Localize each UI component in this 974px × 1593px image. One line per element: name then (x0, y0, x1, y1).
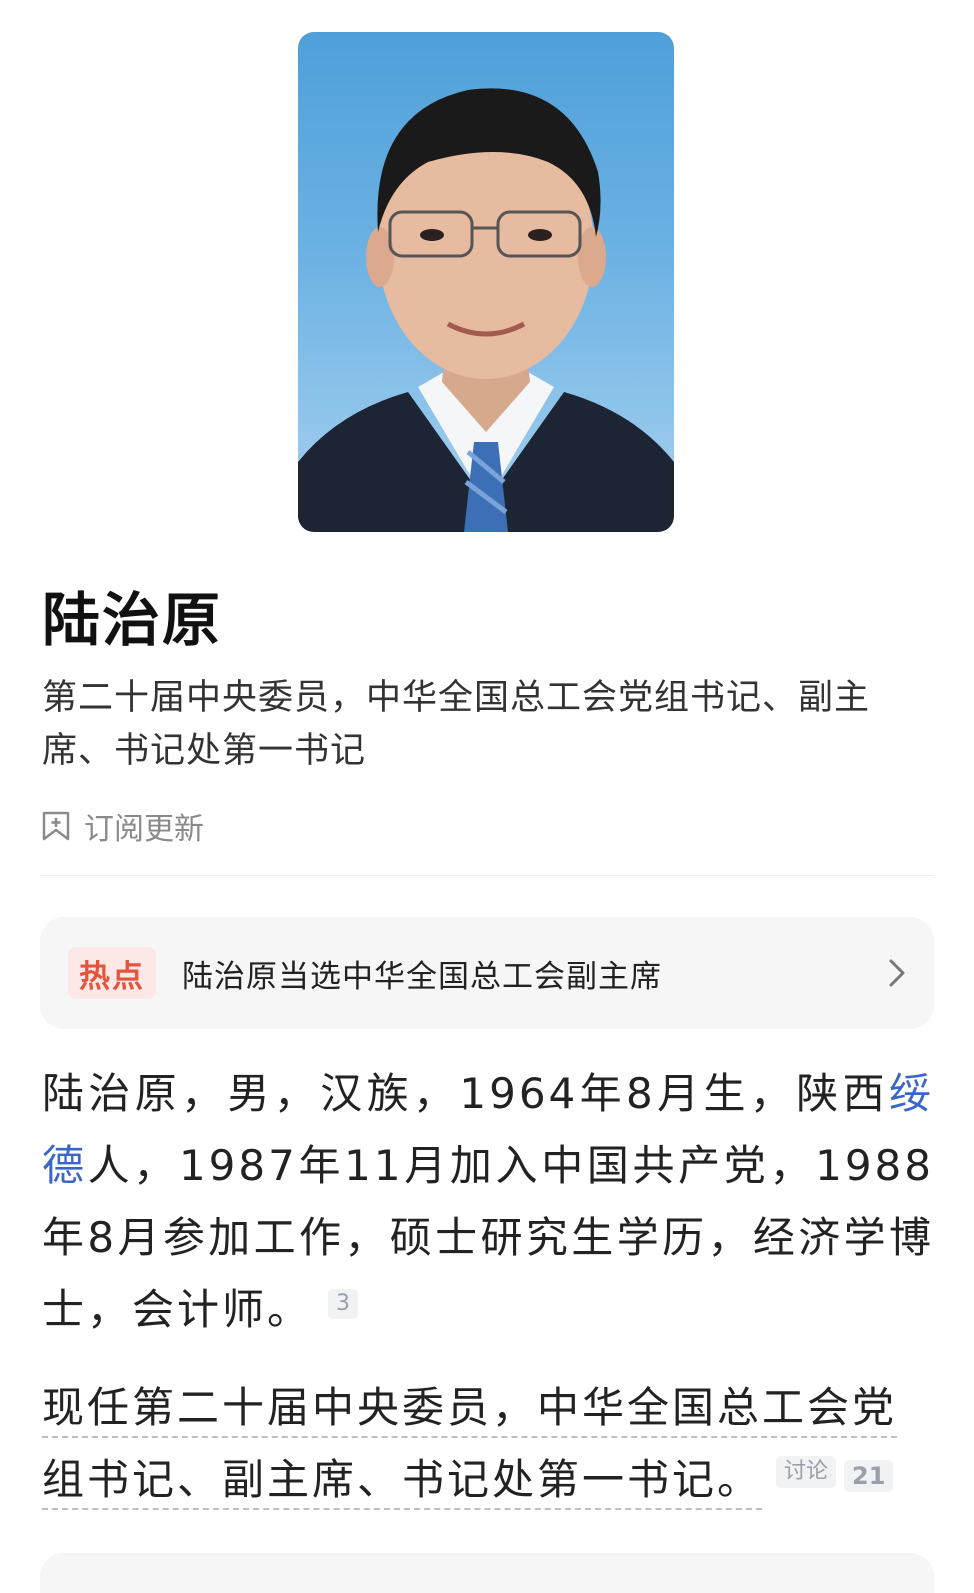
divider (40, 875, 934, 876)
profile-subtitle: 第二十届中央委员，中华全国总工会党组书记、副主席、书记处第一书记 (42, 678, 871, 771)
bio-text-2: 人，1987年11月加入中国共产党，1988年8月参加工作，硕士研究生学历，经济… (42, 1141, 934, 1334)
bio-text-1: 陆治原，男，汉族，1964年8月生，陕西 (42, 1069, 889, 1118)
page-title: 陆治原 (42, 586, 223, 654)
subscribe-button[interactable]: 订阅更新 (42, 804, 204, 848)
discuss-count-badge[interactable]: 21 (844, 1460, 894, 1492)
next-card (40, 1553, 934, 1593)
discuss-badge[interactable]: 讨论 (776, 1456, 837, 1488)
subscribe-label: 订阅更新 (84, 812, 204, 847)
current-position-text[interactable]: 现任第二十届中央委员，中华全国总工会党组书记、副主席、书记处第一书记。 (42, 1383, 898, 1510)
hot-news-card[interactable]: 热点 陆治原当选中华全国总工会副主席 (40, 917, 934, 1029)
profile-portrait[interactable] (298, 32, 674, 532)
bookmark-plus-icon (42, 811, 70, 841)
chevron-right-icon (888, 958, 906, 988)
hot-tag: 热点 (68, 947, 156, 999)
bio-paragraph: 陆治原，男，汉族，1964年8月生，陕西绥德人，1987年11月加入中国共产党，… (42, 1058, 934, 1346)
reference-badge[interactable]: 3 (328, 1289, 359, 1319)
portrait-image (298, 88, 674, 532)
current-position-paragraph: 现任第二十届中央委员，中华全国总工会党组书记、副主席、书记处第一书记。 讨论 21 (42, 1372, 934, 1516)
hot-headline: 陆治原当选中华全国总工会副主席 (182, 958, 662, 995)
